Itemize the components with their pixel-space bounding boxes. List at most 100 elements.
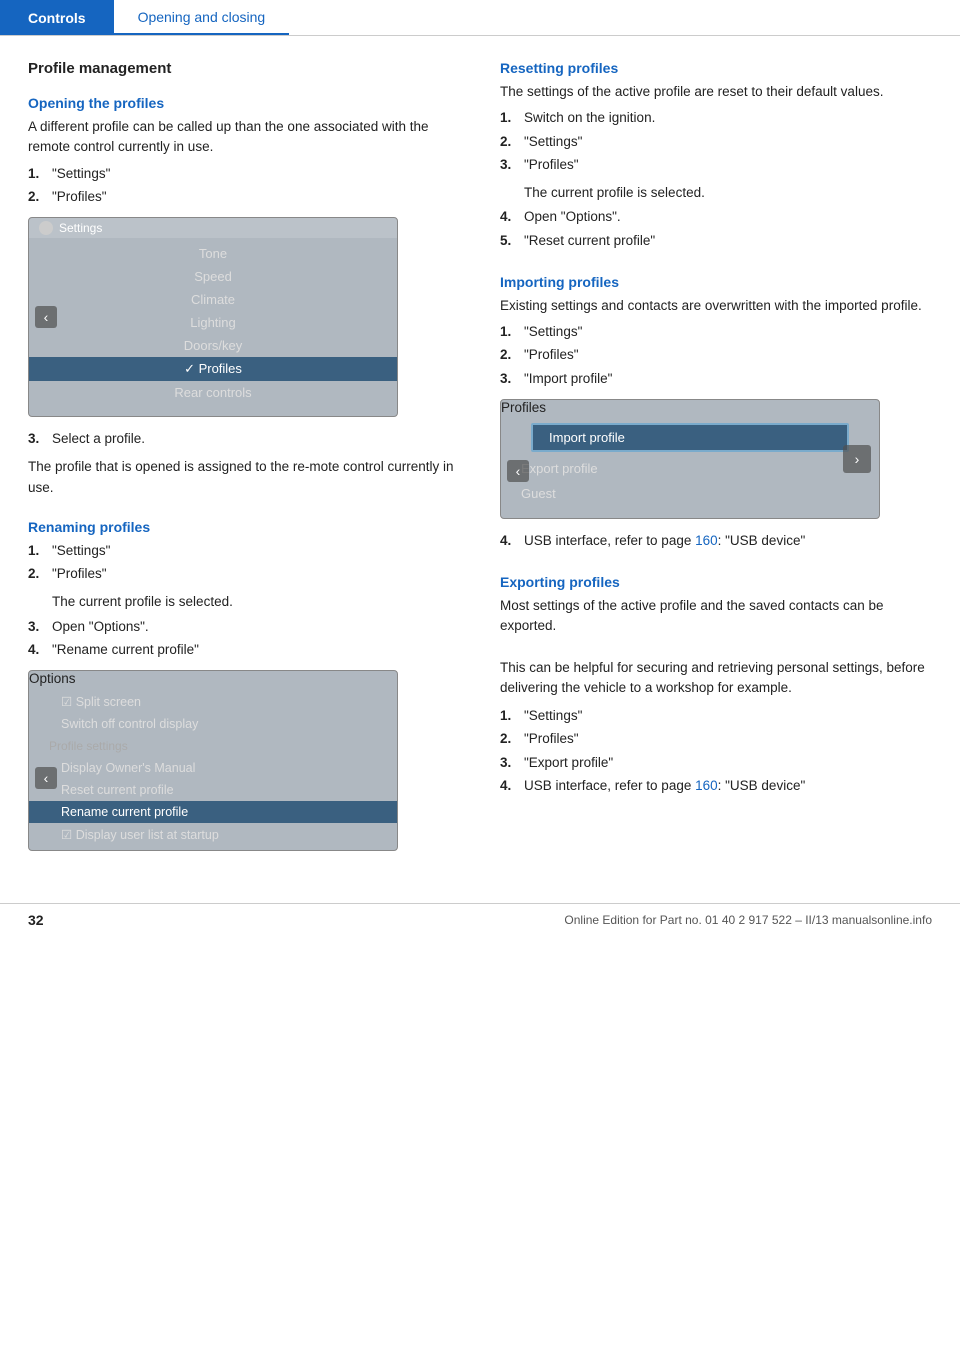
step-num: 2. <box>500 729 516 749</box>
step-num: 3. <box>500 753 516 773</box>
step-text: "Settings" <box>52 541 110 561</box>
profile-export[interactable]: Export profile <box>501 456 879 481</box>
step-num: 3. <box>500 155 516 175</box>
step-num: 2. <box>500 132 516 152</box>
option-display-manual[interactable]: Display Owner's Manual <box>29 757 397 779</box>
menu-item-rear[interactable]: Rear controls <box>29 381 397 404</box>
step-text: Open "Options". <box>524 207 621 227</box>
list-item: 2. "Profiles" <box>500 345 932 365</box>
section-importing-body: Existing settings and contacts are overw… <box>500 296 932 316</box>
importing-steps-list: 1. "Settings" 2. "Profiles" 3. "Import p… <box>500 322 932 389</box>
step-text: Open "Options". <box>52 617 149 637</box>
step-text: "Profiles" <box>52 187 107 207</box>
left-nav-button[interactable]: ‹ <box>35 767 57 789</box>
step-num: 1. <box>500 322 516 342</box>
renaming-steps2: 3. Open "Options". 4. "Rename current pr… <box>28 617 468 661</box>
menu-item-climate[interactable]: Climate <box>29 288 397 311</box>
page-link[interactable]: 160 <box>695 778 718 793</box>
section-exporting-body2: This can be helpful for securing and ret… <box>500 658 932 699</box>
section-exporting-title: Exporting profiles <box>500 574 932 590</box>
list-item: 2. "Settings" <box>500 132 932 152</box>
list-item: 1. Switch on the ignition. <box>500 108 932 128</box>
importing-step4: 4. USB interface, refer to page 160: "US… <box>500 531 932 551</box>
step-num: 1. <box>28 541 44 561</box>
section-label: Opening and closing <box>138 9 266 25</box>
footer-site: manualsonline.info <box>832 913 932 927</box>
gear-icon <box>39 221 53 235</box>
list-item: 3. "Profiles" <box>500 155 932 175</box>
step-text: Select a profile. <box>52 429 145 449</box>
page-link[interactable]: 160 <box>695 533 718 548</box>
renaming-note: The current profile is selected. <box>52 592 468 612</box>
option-display-user-list[interactable]: Display user list at startup <box>29 823 397 846</box>
profile-guest[interactable]: Guest <box>501 481 879 506</box>
right-nav-button[interactable]: › <box>843 445 871 473</box>
copyright-text: Online Edition for Part no. 01 40 2 917 … <box>564 913 828 927</box>
step-num: 2. <box>28 187 44 207</box>
list-item: 3. Open "Options". <box>28 617 468 637</box>
step-num: 5. <box>500 231 516 251</box>
options-title-bar: Options <box>29 671 397 686</box>
step-text: "Profiles" <box>524 155 579 175</box>
option-rename-profile[interactable]: Rename current profile <box>29 801 397 823</box>
menu-item-tone[interactable]: Tone <box>29 242 397 265</box>
list-item: 4. "Rename current profile" <box>28 640 468 660</box>
resetting-note: The current profile is selected. <box>524 183 932 203</box>
step-num: 2. <box>500 345 516 365</box>
list-item: 2. "Profiles" <box>28 564 468 584</box>
menu-item-lighting[interactable]: Lighting <box>29 311 397 334</box>
step-text: "Rename current profile" <box>52 640 199 660</box>
left-column: Profile management Opening the profiles … <box>28 60 468 863</box>
page-footer: 32 Online Edition for Part no. 01 40 2 9… <box>0 903 960 936</box>
section-renaming-title: Renaming profiles <box>28 519 468 535</box>
menu-item-profiles[interactable]: ✓ Profiles <box>29 357 397 381</box>
step-num: 3. <box>28 617 44 637</box>
step-num: 4. <box>500 776 516 796</box>
menu-item-speed[interactable]: Speed <box>29 265 397 288</box>
list-item: 4. USB interface, refer to page 160: "US… <box>500 776 932 796</box>
step-num: 3. <box>28 429 44 449</box>
step-text: "Profiles" <box>52 564 107 584</box>
profile-import[interactable]: Import profile <box>531 423 849 452</box>
resetting-steps2: 4. Open "Options". 5. "Reset current pro… <box>500 207 932 251</box>
renaming-steps-list: 1. "Settings" 2. "Profiles" <box>28 541 468 585</box>
footer-copyright: Online Edition for Part no. 01 40 2 917 … <box>564 913 932 927</box>
section-tab[interactable]: Opening and closing <box>114 0 290 35</box>
left-nav-button[interactable]: ‹ <box>35 306 57 328</box>
profiles-menu: Import profile Export profile Guest <box>501 415 879 510</box>
list-item: 2. "Profiles" <box>28 187 468 207</box>
exporting-steps-list: 1. "Settings" 2. "Profiles" 3. "Export p… <box>500 706 932 796</box>
settings-menu: Tone Speed Climate Lighting Doors/key ✓ … <box>29 238 397 408</box>
list-item: 5. "Reset current profile" <box>500 231 932 251</box>
profiles-screen: Profiles ‹ Import profile Export profile… <box>500 399 880 519</box>
page-number: 32 <box>28 912 44 928</box>
option-switch-off[interactable]: Switch off control display <box>29 713 397 735</box>
step-text: "Settings" <box>524 706 582 726</box>
controls-label: Controls <box>28 10 86 26</box>
list-item: 1. "Settings" <box>500 322 932 342</box>
option-profile-settings-label: Profile settings <box>29 735 397 757</box>
opening-steps-list: 1. "Settings" 2. "Profiles" <box>28 164 468 208</box>
controls-tab[interactable]: Controls <box>0 0 114 35</box>
opening-note: The profile that is opened is assigned t… <box>28 457 468 498</box>
menu-item-doors[interactable]: Doors/key <box>29 334 397 357</box>
list-item: 1. "Settings" <box>28 541 468 561</box>
option-split-screen[interactable]: Split screen <box>29 690 397 713</box>
option-reset-profile[interactable]: Reset current profile <box>29 779 397 801</box>
list-item: 3. "Import profile" <box>500 369 932 389</box>
main-content: Profile management Opening the profiles … <box>0 36 960 883</box>
left-nav-button[interactable]: ‹ <box>507 460 529 482</box>
profiles-title-bar: Profiles <box>501 400 879 415</box>
screen-title-bar: Settings <box>29 218 397 238</box>
step-text: "Settings" <box>524 322 582 342</box>
resetting-steps-list: 1. Switch on the ignition. 2. "Settings"… <box>500 108 932 175</box>
step-num: 1. <box>500 706 516 726</box>
step-text: "Profiles" <box>524 345 579 365</box>
step-num: 1. <box>28 164 44 184</box>
list-item: 1. "Settings" <box>500 706 932 726</box>
options-menu: Split screen Switch off control display … <box>29 686 397 850</box>
list-item: 2. "Profiles" <box>500 729 932 749</box>
section-importing-title: Importing profiles <box>500 274 932 290</box>
step-num: 4. <box>500 207 516 227</box>
step-text: "Export profile" <box>524 753 613 773</box>
